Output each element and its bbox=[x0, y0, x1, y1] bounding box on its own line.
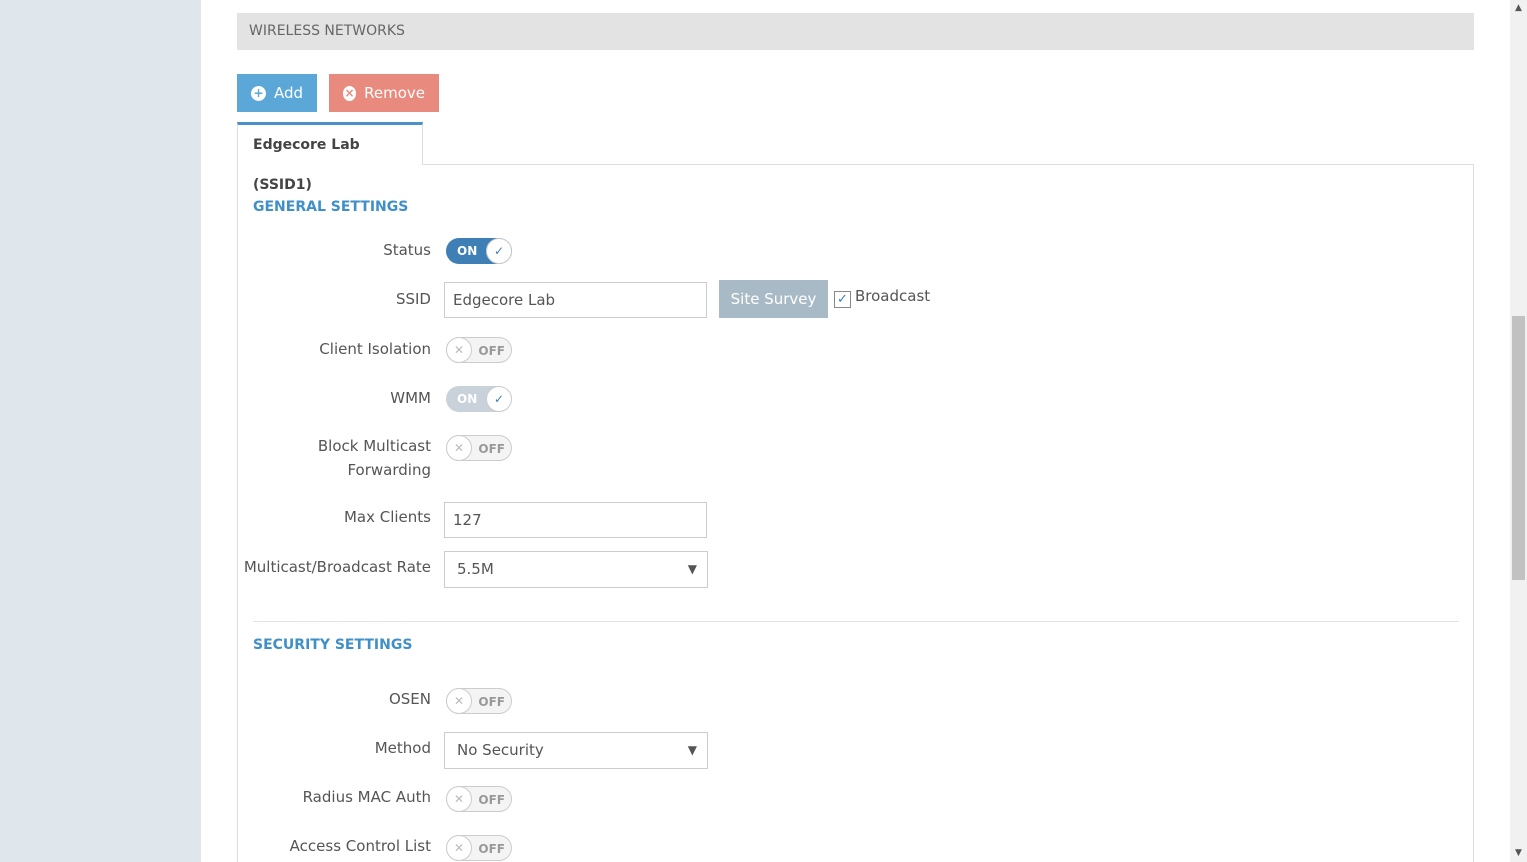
ssid-label: SSID bbox=[395, 290, 431, 308]
x-icon: ✕ bbox=[446, 786, 472, 812]
x-icon: ✕ bbox=[446, 435, 472, 461]
site-survey-button[interactable]: Site Survey bbox=[719, 280, 828, 318]
x-icon: ✕ bbox=[446, 835, 472, 861]
client-isolation-label: Client Isolation bbox=[319, 340, 431, 358]
max-clients-input[interactable] bbox=[444, 502, 707, 538]
remove-button[interactable]: × Remove bbox=[329, 74, 439, 112]
check-icon: ✓ bbox=[486, 386, 512, 412]
section-divider bbox=[253, 621, 1459, 622]
chevron-down-icon: ▼ bbox=[687, 562, 697, 576]
multicast-rate-select[interactable]: 5.5M ▼ bbox=[444, 551, 708, 588]
scrollbar-thumb[interactable] bbox=[1512, 316, 1525, 580]
tab-ssid1[interactable]: Edgecore Lab (SSID1) bbox=[237, 122, 423, 193]
status-label: Status bbox=[383, 241, 431, 259]
chevron-down-icon: ▼ bbox=[687, 743, 697, 757]
status-toggle[interactable]: ON ✓ bbox=[446, 238, 512, 264]
status-toggle-text: ON bbox=[457, 244, 478, 258]
section-header: WIRELESS NETWORKS bbox=[237, 13, 1474, 50]
left-sidebar bbox=[0, 0, 201, 862]
add-button-label: Add bbox=[273, 84, 303, 102]
main-content: WIRELESS NETWORKS + Add × Remove Edgecor… bbox=[201, 0, 1510, 862]
osen-toggle-text: OFF bbox=[478, 695, 505, 709]
check-icon: ✓ bbox=[837, 292, 848, 307]
block-multicast-label-line2: Forwarding bbox=[347, 461, 431, 479]
broadcast-label: Broadcast bbox=[855, 287, 931, 305]
wmm-toggle[interactable]: ON ✓ bbox=[446, 386, 512, 412]
add-button[interactable]: + Add bbox=[237, 74, 317, 112]
remove-button-label: Remove bbox=[364, 84, 425, 102]
osen-toggle[interactable]: ✕ OFF bbox=[446, 688, 512, 714]
block-multicast-label-line1: Block Multicast bbox=[317, 437, 431, 455]
security-settings-title: SECURITY SETTINGS bbox=[253, 637, 413, 653]
max-clients-label: Max Clients bbox=[343, 508, 431, 526]
access-control-list-label: Access Control List bbox=[289, 837, 431, 855]
x-icon: ✕ bbox=[446, 688, 472, 714]
ssid-input[interactable] bbox=[444, 282, 707, 318]
osen-label: OSEN bbox=[388, 690, 431, 708]
wmm-toggle-text: ON bbox=[457, 392, 478, 406]
broadcast-checkbox[interactable]: ✓ bbox=[834, 291, 851, 308]
block-multicast-toggle-text: OFF bbox=[478, 442, 505, 456]
radius-mac-auth-label: Radius MAC Auth bbox=[302, 788, 431, 806]
check-icon: ✓ bbox=[486, 238, 512, 264]
method-value: No Security bbox=[457, 741, 544, 759]
block-multicast-toggle[interactable]: ✕ OFF bbox=[446, 435, 512, 461]
radius-mac-auth-toggle[interactable]: ✕ OFF bbox=[446, 786, 512, 812]
scroll-down-icon[interactable]: ▼ bbox=[1510, 845, 1527, 862]
radius-mac-auth-toggle-text: OFF bbox=[478, 793, 505, 807]
scroll-up-icon[interactable]: ▲ bbox=[1510, 0, 1527, 17]
client-isolation-toggle[interactable]: ✕ OFF bbox=[446, 337, 512, 363]
access-control-list-toggle[interactable]: ✕ OFF bbox=[446, 835, 512, 861]
method-select[interactable]: No Security ▼ bbox=[444, 732, 708, 769]
access-control-list-toggle-text: OFF bbox=[478, 842, 505, 856]
client-isolation-toggle-text: OFF bbox=[478, 344, 505, 358]
x-icon: ✕ bbox=[446, 337, 472, 363]
x-circle-icon: × bbox=[343, 85, 357, 101]
vertical-scrollbar[interactable]: ▲ ▼ bbox=[1510, 0, 1527, 862]
plus-circle-icon: + bbox=[251, 85, 266, 101]
wmm-label: WMM bbox=[390, 389, 431, 407]
block-multicast-label: Block Multicast Forwarding bbox=[318, 434, 431, 482]
multicast-rate-label: Multicast/Broadcast Rate bbox=[243, 558, 431, 576]
method-label: Method bbox=[374, 739, 431, 757]
multicast-rate-value: 5.5M bbox=[457, 560, 494, 578]
settings-panel: GENERAL SETTINGS Status ON ✓ SSID Site S… bbox=[237, 164, 1474, 862]
